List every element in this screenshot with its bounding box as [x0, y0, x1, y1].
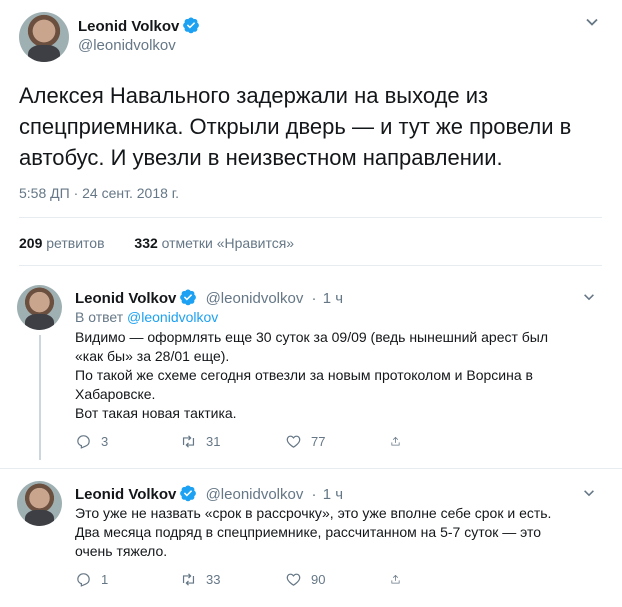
retweets-label: ретвитов	[46, 235, 105, 251]
reply-text-line: Два месяца подряд в спецприемнике, рассч…	[75, 524, 542, 540]
share-icon	[391, 436, 400, 446]
retweets-count: 33	[206, 572, 221, 587]
chevron-down-icon[interactable]	[582, 290, 596, 304]
tweet-timestamp[interactable]: 5:58 ДП · 24 сент. 2018 г.	[19, 185, 179, 201]
reply-header: Leonid Volkov @leonidvolkov · 1 ч	[75, 288, 343, 307]
heart-icon	[286, 435, 301, 448]
retweet-action[interactable]: 33	[180, 571, 285, 588]
heart-icon	[286, 573, 301, 586]
reply-separator: ·	[311, 486, 317, 503]
reply-action[interactable]: 1	[75, 571, 180, 588]
reply-icon	[77, 573, 90, 587]
chevron-down-icon[interactable]	[584, 14, 600, 30]
share-action[interactable]	[390, 433, 410, 450]
author-name[interactable]: Leonid Volkov	[78, 18, 179, 35]
like-action[interactable]: 77	[285, 433, 390, 450]
reply-age[interactable]: 1 ч	[323, 486, 343, 503]
reply-icon	[77, 435, 90, 449]
author-name-row[interactable]: Leonid Volkov	[78, 16, 200, 35]
reply-text-line: Хабаровске.	[75, 386, 156, 402]
retweets-count: 31	[206, 434, 221, 449]
divider	[19, 217, 602, 218]
reply-header: Leonid Volkov @leonidvolkov · 1 ч	[75, 484, 343, 503]
reply-to-handle[interactable]: @leonidvolkov	[127, 309, 218, 325]
retweets-count: 209	[19, 235, 43, 251]
reply-text-line: Это уже не назвать «срок в рассрочку», э…	[75, 505, 552, 521]
retweets-stat[interactable]: 209 ретвитов	[19, 235, 105, 251]
likes-count: 90	[311, 572, 326, 587]
reply-text: Видимо — оформлять еще 30 суток за 09/09…	[75, 328, 595, 423]
reply-text-line: По такой же схеме сегодня отвезли за нов…	[75, 367, 533, 383]
likes-count: 77	[311, 434, 326, 449]
share-icon	[391, 574, 400, 584]
reply-text-line: Вот такая новая тактика.	[75, 405, 237, 421]
chevron-down-icon[interactable]	[582, 486, 596, 500]
reply-actions: 1 33 90	[75, 571, 410, 588]
divider	[0, 468, 622, 469]
reply-text: Это уже не назвать «срок в рассрочку», э…	[75, 504, 595, 561]
reply-author-name[interactable]: Leonid Volkov	[75, 486, 176, 503]
reply-separator: ·	[311, 290, 317, 307]
tweet-stats: 209 ретвитов 332 отметки «Нравится»	[19, 235, 320, 251]
reply-author-handle[interactable]: @leonidvolkov	[206, 290, 304, 307]
retweet-icon	[182, 573, 195, 586]
verified-badge-icon	[180, 485, 197, 502]
verified-badge-icon	[180, 289, 197, 306]
reply-text-line: «как бы» за 28/01 еще).	[75, 348, 230, 364]
reply-author-handle[interactable]: @leonidvolkov	[206, 486, 304, 503]
reply-avatar[interactable]	[17, 285, 62, 330]
thread-line	[39, 335, 41, 460]
reply-avatar[interactable]	[17, 481, 62, 526]
reply-text-line: очень тяжело.	[75, 543, 168, 559]
reply-author-name[interactable]: Leonid Volkov	[75, 290, 176, 307]
share-action[interactable]	[390, 571, 410, 588]
like-action[interactable]: 90	[285, 571, 390, 588]
divider	[19, 265, 602, 266]
reply-actions: 3 31 77	[75, 433, 410, 450]
retweet-action[interactable]: 31	[180, 433, 285, 450]
reply-to-line: В ответ @leonidvolkov	[75, 309, 218, 325]
likes-stat[interactable]: 332 отметки «Нравится»	[134, 235, 294, 251]
tweet-text: Алексея Навального задержали на выходе и…	[19, 83, 572, 170]
author-avatar[interactable]	[19, 12, 69, 62]
reply-age[interactable]: 1 ч	[323, 290, 343, 307]
verified-badge-icon	[183, 17, 200, 34]
reply-action[interactable]: 3	[75, 433, 180, 450]
replies-count: 3	[101, 434, 109, 449]
reply-to-prefix: В ответ	[75, 309, 124, 325]
author-handle[interactable]: @leonidvolkov	[78, 37, 176, 54]
likes-label: отметки «Нравится»	[161, 235, 295, 251]
likes-count: 332	[134, 235, 158, 251]
retweet-icon	[182, 435, 195, 448]
replies-count: 1	[101, 572, 109, 587]
reply-text-line: Видимо — оформлять еще 30 суток за 09/09…	[75, 329, 549, 345]
